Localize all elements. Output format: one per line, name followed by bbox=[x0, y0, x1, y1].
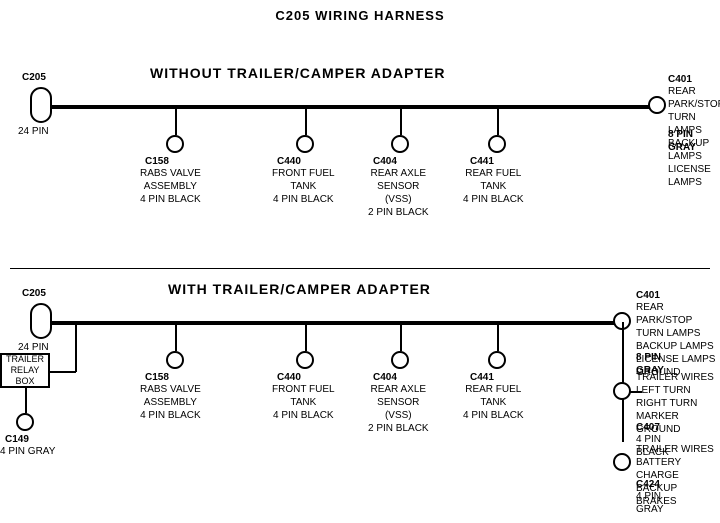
bottom-c440-connector bbox=[296, 351, 314, 369]
top-c440-desc: FRONT FUELTANK4 PIN BLACK bbox=[272, 167, 335, 206]
bottom-c424-sub: 4 PINGRAY bbox=[636, 490, 664, 516]
top-section-label: WITHOUT TRAILER/CAMPER ADAPTER bbox=[150, 65, 445, 81]
top-c401-connector bbox=[648, 96, 666, 114]
bottom-c158-desc: RABS VALVEASSEMBLY4 PIN BLACK bbox=[140, 383, 201, 422]
bottom-c440-tick bbox=[305, 321, 307, 351]
top-c440-tick bbox=[305, 105, 307, 135]
bottom-c149-connector bbox=[16, 413, 34, 431]
bottom-c424-connector bbox=[613, 453, 631, 471]
bottom-c158-tick bbox=[175, 321, 177, 351]
page-title: C205 WIRING HARNESS bbox=[0, 0, 720, 23]
bottom-c149-sub: 4 PIN GRAY bbox=[0, 445, 55, 458]
top-c205-connector bbox=[30, 87, 52, 123]
bottom-c441-connector bbox=[488, 351, 506, 369]
bottom-c205-connector bbox=[30, 303, 52, 339]
bottom-section-label: WITH TRAILER/CAMPER ADAPTER bbox=[168, 281, 431, 297]
diagram-container: WITHOUT TRAILER/CAMPER ADAPTER C205 24 P… bbox=[0, 23, 720, 523]
top-c441-connector bbox=[488, 135, 506, 153]
top-c158-connector bbox=[166, 135, 184, 153]
bottom-c404-connector bbox=[391, 351, 409, 369]
bottom-c158-connector bbox=[166, 351, 184, 369]
top-c441-tick bbox=[497, 105, 499, 135]
bottom-c440-desc: FRONT FUELTANK4 PIN BLACK bbox=[272, 383, 335, 422]
bottom-c441-tick bbox=[497, 321, 499, 351]
top-c205-sub: 24 PIN bbox=[18, 125, 49, 138]
top-c404-desc: REAR AXLESENSOR(VSS)2 PIN BLACK bbox=[368, 167, 429, 219]
top-c205-id: C205 bbox=[22, 71, 46, 84]
top-c158-desc: RABS VALVEASSEMBLY4 PIN BLACK bbox=[140, 167, 201, 206]
bottom-c404-desc: REAR AXLESENSOR(VSS)2 PIN BLACK bbox=[368, 383, 429, 435]
top-c440-connector bbox=[296, 135, 314, 153]
bottom-c407-connector bbox=[613, 382, 631, 400]
section-divider bbox=[10, 268, 710, 269]
bottom-c404-tick bbox=[400, 321, 402, 351]
bottom-c149-v-line bbox=[25, 388, 27, 413]
top-c441-desc: REAR FUELTANK4 PIN BLACK bbox=[463, 167, 524, 206]
top-c404-connector bbox=[391, 135, 409, 153]
top-main-line bbox=[52, 105, 662, 109]
bottom-c205-id: C205 bbox=[22, 287, 46, 300]
bottom-main-line bbox=[52, 321, 622, 325]
bottom-trailer-v-line bbox=[75, 322, 77, 372]
top-c158-tick bbox=[175, 105, 177, 135]
bottom-c441-desc: REAR FUELTANK4 PIN BLACK bbox=[463, 383, 524, 422]
trailer-relay-box: TRAILERRELAYBOX bbox=[0, 353, 50, 388]
top-c404-tick bbox=[400, 105, 402, 135]
top-c401-sub: 8 PINGRAY bbox=[668, 128, 696, 154]
